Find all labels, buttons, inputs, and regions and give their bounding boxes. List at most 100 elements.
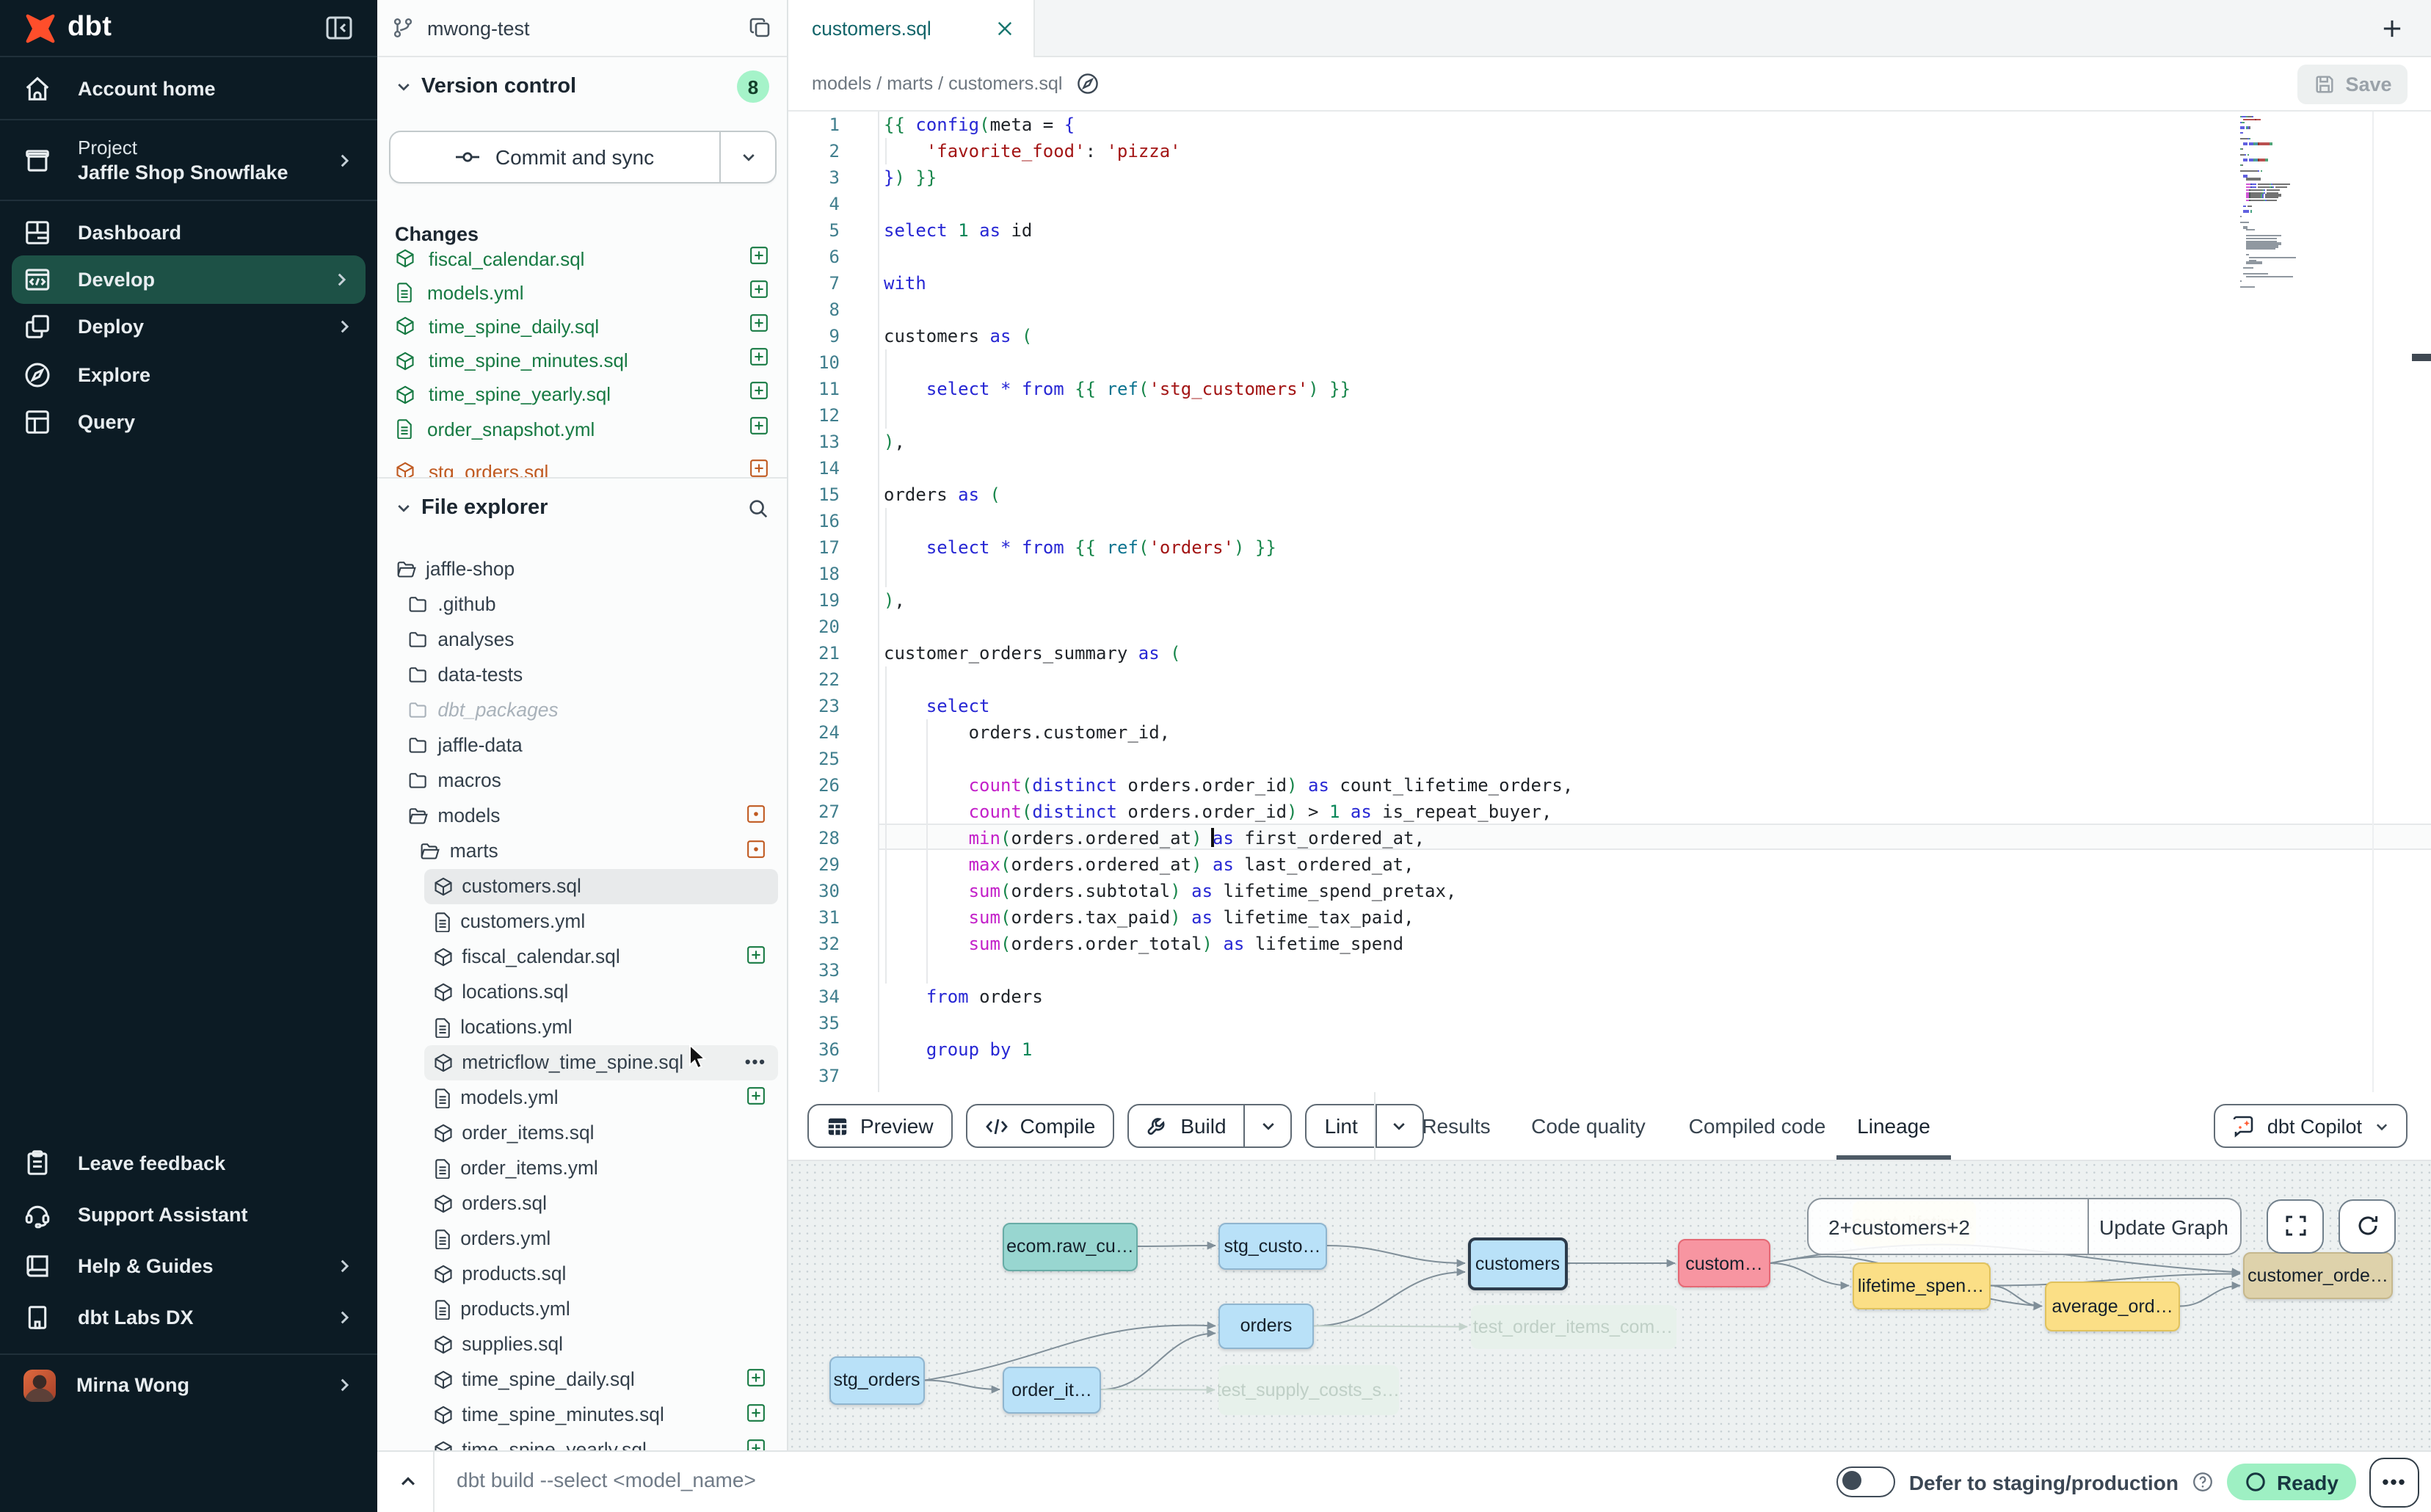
version-control-header[interactable]: Version control 8 — [377, 57, 787, 116]
search-icon[interactable] — [747, 497, 769, 519]
lineage-node-customers[interactable]: customers — [1468, 1237, 1567, 1290]
sidebar-item-deploy[interactable]: Deploy — [0, 304, 377, 352]
fullscreen-button[interactable] — [2267, 1199, 2324, 1254]
copy-icon[interactable] — [749, 16, 772, 40]
scrollbar-thumb[interactable] — [2412, 354, 2431, 361]
refresh-button[interactable] — [2339, 1199, 2396, 1254]
file-row-time-spine-daily-sql[interactable]: time_spine_daily.sql — [377, 1362, 787, 1397]
file-row-data-tests[interactable]: data-tests — [377, 657, 787, 692]
lineage-node-orders[interactable]: orders — [1218, 1303, 1314, 1349]
commit-and-sync-button[interactable]: Commit and sync — [389, 131, 777, 183]
file-row-dbt-packages[interactable]: dbt_packages — [377, 692, 787, 727]
sidebar-item-develop[interactable]: Develop — [12, 256, 366, 304]
build-options-chevron[interactable] — [1244, 1105, 1291, 1146]
file-row-jaffle-shop[interactable]: jaffle-shop — [377, 551, 787, 586]
sidebar-item-dbt-labs-dx[interactable]: dbt Labs DX — [0, 1292, 377, 1343]
lineage-search-value[interactable]: 2+customers+2 — [1808, 1215, 2087, 1238]
stage-file-icon[interactable] — [746, 1437, 766, 1450]
lineage-node-stg_orders[interactable]: stg_orders — [829, 1356, 925, 1404]
results-tab-code-quality[interactable]: Code quality — [1515, 1092, 1662, 1160]
file-row-customers-sql[interactable]: customers.sql — [377, 868, 787, 904]
results-tab-lineage[interactable]: Lineage — [1848, 1092, 1939, 1160]
sidebar-item-help-guides[interactable]: Help & Guides — [0, 1240, 377, 1292]
lineage-node-ecom[interactable]: ecom.raw_cu… — [1003, 1222, 1138, 1271]
stage-file-icon[interactable] — [749, 381, 769, 409]
changed-file-row[interactable]: time_spine_minutes.sql — [377, 344, 787, 377]
dbt-copilot-button[interactable]: dbt Copilot — [2214, 1104, 2408, 1148]
file-explorer-header[interactable]: File explorer — [377, 479, 787, 537]
collapse-sidebar-icon[interactable] — [324, 15, 354, 41]
file-row-metricflow-time-spine-sql[interactable]: metricflow_time_spine.sql••• — [377, 1044, 787, 1080]
changed-file-row[interactable]: fiscal_calendar.sql — [377, 242, 787, 275]
changed-file-row[interactable]: time_spine_yearly.sql — [377, 379, 787, 411]
file-row-locations-sql[interactable]: locations.sql — [377, 974, 787, 1009]
defer-toggle[interactable] — [1837, 1466, 1896, 1497]
lineage-node-lifetime[interactable]: lifetime_spen… — [1852, 1262, 1990, 1309]
file-row--github[interactable]: .github — [377, 586, 787, 622]
save-button[interactable]: Save — [2297, 65, 2408, 104]
sidebar-item-leave-feedback[interactable]: Leave feedback — [0, 1138, 377, 1189]
expand-panel-icon[interactable] — [398, 1471, 418, 1491]
file-row-customers-yml[interactable]: customers.yml — [377, 904, 787, 939]
file-row-order-items-yml[interactable]: order_items.yml — [377, 1150, 787, 1185]
stage-file-icon[interactable] — [749, 415, 769, 443]
stage-file-icon[interactable] — [746, 944, 766, 969]
stage-file-icon[interactable] — [749, 278, 769, 306]
explore-compass-icon[interactable] — [1076, 72, 1100, 95]
file-row-time-spine-minutes-sql[interactable]: time_spine_minutes.sql — [377, 1397, 787, 1432]
changed-file-row[interactable]: order_snapshot.yml — [377, 412, 787, 445]
lineage-search-box[interactable]: 2+customers+2 Update Graph — [1806, 1198, 2241, 1255]
stage-file-icon[interactable] — [749, 313, 769, 341]
close-tab-icon[interactable] — [997, 21, 1013, 37]
stage-file-icon[interactable] — [749, 457, 769, 479]
stage-file-icon[interactable] — [749, 244, 769, 272]
sidebar-item-explore[interactable]: Explore — [0, 351, 377, 399]
update-graph-button[interactable]: Update Graph — [2087, 1199, 2239, 1254]
lineage-node-cust_orde[interactable]: customer_orde… — [2243, 1251, 2393, 1299]
results-tab-compiled-code[interactable]: Compiled code — [1669, 1092, 1845, 1160]
sidebar-item-dashboard[interactable]: Dashboard — [0, 208, 377, 256]
lineage-node-stg_custo[interactable]: stg_custo… — [1218, 1222, 1326, 1269]
sidebar-item-account-home[interactable]: Account home — [0, 57, 377, 119]
row-options-icon[interactable]: ••• — [745, 1053, 766, 1071]
sidebar-item-project[interactable]: ProjectJaffle Shop Snowflake — [0, 120, 377, 200]
file-row-orders-yml[interactable]: orders.yml — [377, 1221, 787, 1256]
file-row-analyses[interactable]: analyses — [377, 622, 787, 657]
user-menu[interactable]: Mirna Wong — [0, 1353, 377, 1415]
stage-file-icon[interactable] — [746, 1402, 766, 1427]
file-row-models-yml[interactable]: models.yml — [377, 1080, 787, 1115]
file-row-marts[interactable]: marts — [377, 833, 787, 868]
compile-button[interactable]: Compile — [966, 1104, 1115, 1148]
more-options-button[interactable]: ••• — [2369, 1457, 2419, 1507]
results-tab-results[interactable]: Results — [1405, 1092, 1508, 1160]
command-input[interactable]: dbt build --select <model_name> — [457, 1468, 756, 1491]
sidebar-item-support-assistant[interactable]: Support Assistant — [0, 1189, 377, 1240]
changed-file-row[interactable]: time_spine_daily.sql — [377, 310, 787, 343]
new-tab-icon[interactable] — [2383, 19, 2402, 38]
file-row-supplies-sql[interactable]: supplies.sql — [377, 1326, 787, 1362]
lineage-node-custom[interactable]: custom… — [1678, 1239, 1770, 1287]
code-editor[interactable]: 1234567891011121314151617181920212223242… — [788, 112, 2431, 1092]
stage-file-icon[interactable] — [746, 1085, 766, 1110]
file-row-time-spine-yearly-sql[interactable]: time_spine_yearly.sql — [377, 1432, 787, 1450]
file-row-locations-yml[interactable]: locations.yml — [377, 1009, 787, 1044]
file-row-fiscal-calendar-sql[interactable]: fiscal_calendar.sql — [377, 939, 787, 974]
stage-file-icon[interactable] — [749, 346, 769, 374]
minimap[interactable] — [2240, 116, 2343, 298]
ready-status-badge[interactable]: Ready — [2227, 1464, 2356, 1500]
file-row-orders-sql[interactable]: orders.sql — [377, 1185, 787, 1221]
lineage-canvas[interactable]: test_order_items_com…test_supply_costs_s… — [788, 1161, 2431, 1450]
changed-file-row[interactable]: stg_orders.sql — [377, 455, 787, 479]
build-button[interactable]: Build — [1127, 1104, 1292, 1148]
tab-customers-sql[interactable]: customers.sql — [788, 0, 1035, 57]
file-row-products-sql[interactable]: products.sql — [377, 1256, 787, 1291]
commit-options-chevron[interactable] — [719, 132, 775, 182]
preview-button[interactable]: Preview — [807, 1104, 953, 1148]
file-row-products-yml[interactable]: products.yml — [377, 1291, 787, 1326]
file-row-models[interactable]: models — [377, 798, 787, 833]
file-row-jaffle-data[interactable]: jaffle-data — [377, 727, 787, 763]
changed-file-row[interactable]: models.yml — [377, 276, 787, 308]
lineage-node-average[interactable]: average_ord… — [2045, 1282, 2180, 1331]
file-row-macros[interactable]: macros — [377, 763, 787, 798]
stage-file-icon[interactable] — [746, 1367, 766, 1392]
